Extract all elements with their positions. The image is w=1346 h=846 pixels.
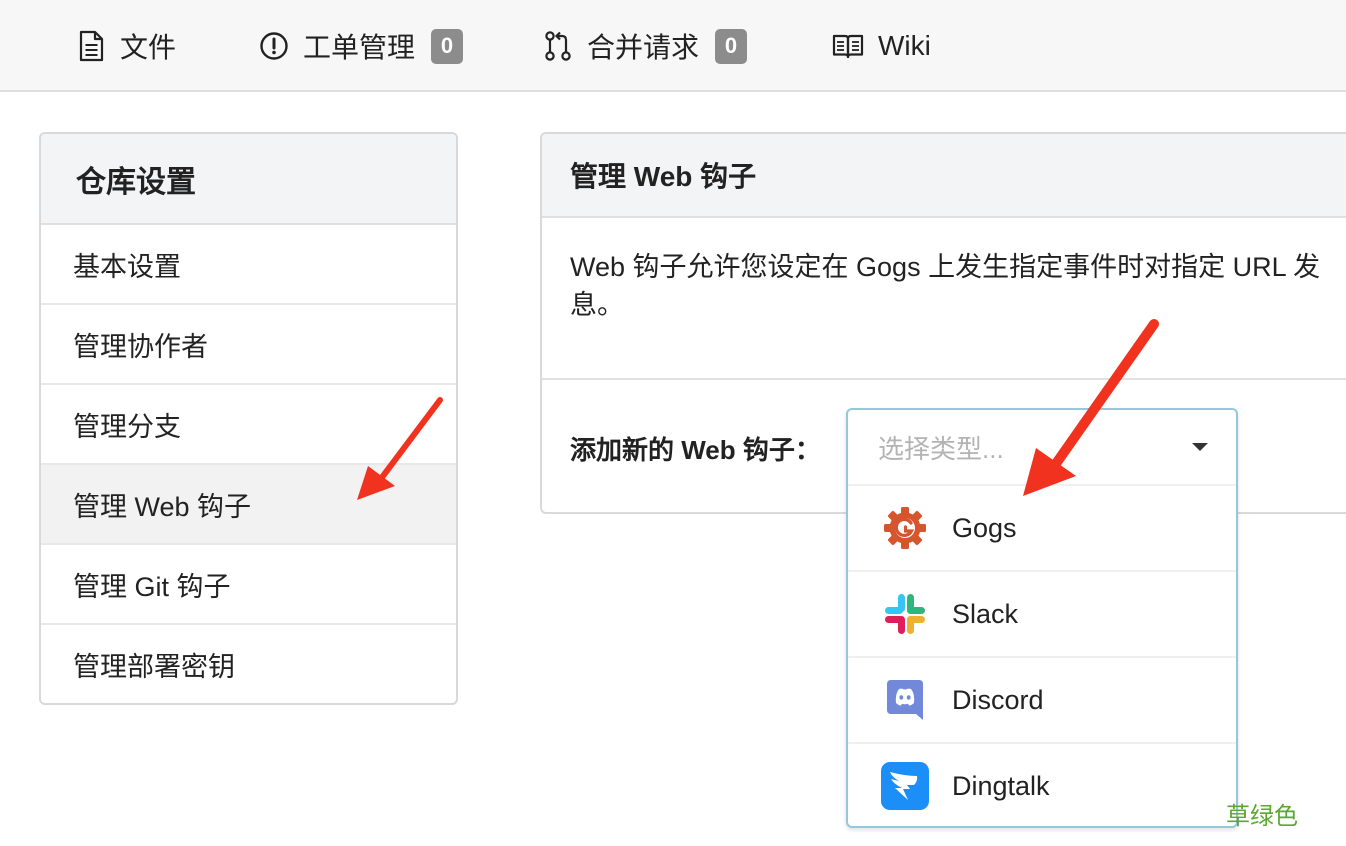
webhook-type-select[interactable]: 选择类型... xyxy=(848,410,1236,484)
tab-files-label: 文件 xyxy=(120,32,177,63)
tab-pulls-label: 合并请求 xyxy=(587,32,700,63)
sidebar-item-webhooks[interactable]: 管理 Web 钩子 xyxy=(41,465,456,545)
repo-tab-bar: 文件 工单管理 0 合并请求 0 Wiki xyxy=(0,0,1346,92)
option-dingtalk-label: Dingtalk xyxy=(952,770,1050,801)
caret-down-icon xyxy=(1192,443,1208,451)
tab-issues-label: 工单管理 xyxy=(303,32,416,63)
tab-wiki[interactable]: Wiki xyxy=(832,0,931,92)
dropdown-option-slack[interactable]: Slack xyxy=(848,570,1236,656)
issue-opened-icon xyxy=(259,31,289,61)
sidebar-item-git-hooks[interactable]: 管理 Git 钩子 xyxy=(41,545,456,625)
tab-files[interactable]: 文件 xyxy=(76,0,176,92)
file-text-icon xyxy=(76,30,106,62)
description-line-2: 息。 xyxy=(570,290,624,320)
option-gogs-label: Gogs xyxy=(952,512,1017,543)
dropdown-placeholder: 选择类型... xyxy=(878,433,1004,464)
dingtalk-logo-icon xyxy=(880,761,930,811)
slack-logo-icon xyxy=(880,589,930,639)
dropdown-option-gogs[interactable]: Gogs xyxy=(848,484,1236,570)
sidebar-item-deploy-keys[interactable]: 管理部署密钥 xyxy=(41,625,456,703)
webhooks-description: Web 钩子允许您设定在 Gogs 上发生指定事件时对指定 URL 发 息。 xyxy=(542,218,1346,380)
add-webhook-label: 添加新的 Web 钩子： xyxy=(570,435,821,465)
option-discord-label: Discord xyxy=(952,684,1044,715)
sidebar-item-basic-settings[interactable]: 基本设置 xyxy=(41,225,456,305)
discord-logo-icon xyxy=(880,675,930,725)
tab-pull-requests[interactable]: 合并请求 0 xyxy=(543,0,748,92)
dropdown-option-dingtalk[interactable]: Dingtalk xyxy=(848,742,1236,828)
issues-count-badge: 0 xyxy=(431,28,464,64)
sidebar-item-branches[interactable]: 管理分支 xyxy=(41,385,456,465)
sidebar-title: 仓库设置 xyxy=(41,134,456,225)
git-pull-request-icon xyxy=(543,29,573,63)
gogs-logo-icon xyxy=(880,503,930,553)
watermark-text: 草绿色 xyxy=(1226,803,1298,830)
panel-title: 管理 Web 钩子 xyxy=(542,134,1346,218)
sidebar-item-collaborators[interactable]: 管理协作者 xyxy=(41,305,456,385)
webhook-type-dropdown[interactable]: 选择类型... Gogs Slack Discord Dingtalk xyxy=(846,408,1238,828)
dropdown-option-discord[interactable]: Discord xyxy=(848,656,1236,742)
tab-wiki-label: Wiki xyxy=(878,30,931,61)
repo-settings-sidebar: 仓库设置 基本设置 管理协作者 管理分支 管理 Web 钩子 管理 Git 钩子… xyxy=(39,132,458,705)
tab-issues[interactable]: 工单管理 0 xyxy=(259,0,464,92)
option-slack-label: Slack xyxy=(952,598,1019,629)
book-icon xyxy=(832,33,864,59)
pulls-count-badge: 0 xyxy=(715,28,748,64)
description-line-1: Web 钩子允许您设定在 Gogs 上发生指定事件时对指定 URL 发 xyxy=(570,252,1321,282)
